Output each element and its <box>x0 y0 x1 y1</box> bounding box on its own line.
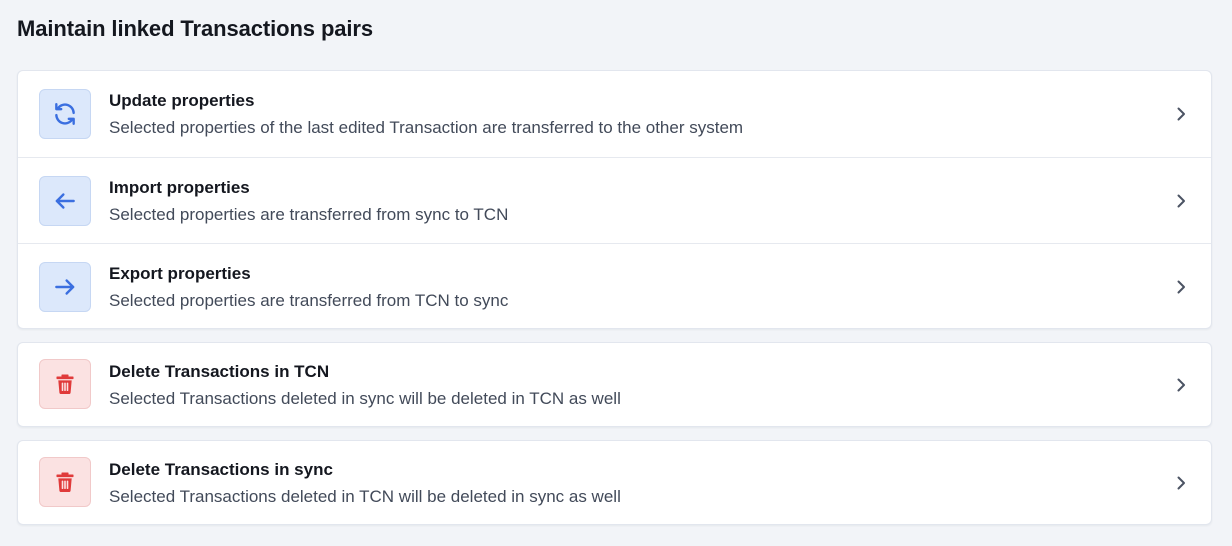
page-title: Maintain linked Transactions pairs <box>17 16 374 41</box>
delete-sync-card: Delete Transactions in sync Selected Tra… <box>17 440 1212 525</box>
trash-icon <box>39 359 91 409</box>
import-properties-row[interactable]: Import properties Selected properties ar… <box>18 157 1211 243</box>
trash-icon <box>39 457 91 507</box>
refresh-icon <box>39 89 91 139</box>
row-description: Selected Transactions deleted in sync wi… <box>109 389 621 408</box>
row-title: Delete Transactions in TCN <box>109 362 330 381</box>
delete-transactions-tcn-row[interactable]: Delete Transactions in TCN Selected Tran… <box>18 343 1211 426</box>
update-properties-row[interactable]: Update properties Selected properties of… <box>18 71 1211 157</box>
chevron-right-icon <box>1177 194 1185 207</box>
chevron-right-icon <box>1177 476 1185 489</box>
delete-tcn-card: Delete Transactions in TCN Selected Tran… <box>17 342 1212 427</box>
row-description: Selected properties of the last edited T… <box>109 118 744 137</box>
row-title: Export properties <box>109 264 251 283</box>
sync-actions-card: Update properties Selected properties of… <box>17 70 1212 329</box>
export-properties-row[interactable]: Export properties Selected properties ar… <box>18 243 1211 328</box>
row-title: Update properties <box>109 91 255 110</box>
chevron-right-icon <box>1177 280 1185 293</box>
chevron-right-icon <box>1177 107 1185 121</box>
row-title: Delete Transactions in sync <box>109 460 333 479</box>
row-title: Import properties <box>109 178 250 197</box>
row-description: Selected Transactions deleted in TCN wil… <box>109 487 621 506</box>
chevron-right-icon <box>1177 378 1185 391</box>
row-description: Selected properties are transferred from… <box>109 205 509 224</box>
arrow-right-icon <box>39 262 91 312</box>
row-description: Selected properties are transferred from… <box>109 291 509 310</box>
arrow-left-icon <box>39 176 91 226</box>
delete-transactions-sync-row[interactable]: Delete Transactions in sync Selected Tra… <box>18 441 1211 524</box>
